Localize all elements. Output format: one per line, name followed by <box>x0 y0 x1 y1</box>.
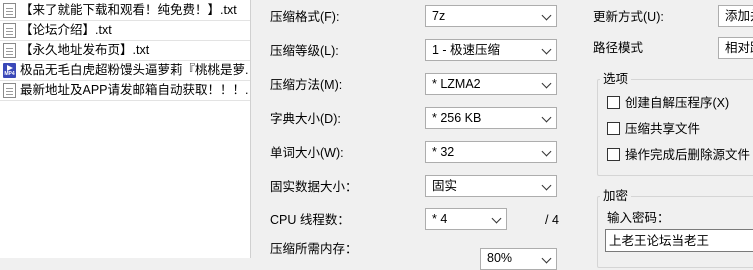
chevron-down-icon <box>541 10 552 21</box>
cpu-threads-select[interactable]: * 4 <box>425 208 507 230</box>
video-file-icon-text: MP4 <box>4 71 15 77</box>
path-mode-select[interactable]: 相对路 <box>718 37 753 59</box>
path-mode-value: 相对路 <box>725 41 753 55</box>
file-list-item[interactable]: 最新地址及APP请发邮箱自动获取！！！.... <box>0 80 250 101</box>
text-file-icon <box>3 3 16 18</box>
level-value: 1 - 极速压缩 <box>432 43 501 57</box>
text-file-icon <box>3 23 16 38</box>
cpu-threads-max: / 4 <box>545 213 559 227</box>
memory-value: 80% <box>487 251 513 265</box>
method-select[interactable]: * LZMA2 <box>425 73 557 95</box>
text-file-icon <box>3 83 16 98</box>
cpu-threads-label: CPU 线程数： <box>270 213 350 227</box>
dict-size-label: 字典大小(D): <box>270 112 341 126</box>
level-select[interactable]: 1 - 极速压缩 <box>425 39 557 61</box>
memory-label: 压缩所需内存： <box>270 242 358 256</box>
file-list-item[interactable]: 【论坛介绍】.txt <box>0 20 250 41</box>
options-group-title: 选项 <box>600 72 632 86</box>
word-size-select[interactable]: * 32 <box>425 141 557 163</box>
chevron-down-icon <box>541 146 552 157</box>
file-list-item[interactable]: 【永久地址发布页】.txt <box>0 40 250 61</box>
word-size-value: * 32 <box>432 145 455 159</box>
dict-size-value: * 256 KB <box>432 111 482 125</box>
cpu-threads-value: * 4 <box>432 212 448 226</box>
memory-select[interactable]: 80% <box>480 248 557 270</box>
chevron-down-icon <box>541 44 552 55</box>
shared-files-checkbox-label: 压缩共享文件 <box>625 122 701 136</box>
file-name: 最新地址及APP请发邮箱自动获取！！！.... <box>20 83 248 97</box>
chevron-down-icon <box>541 112 552 123</box>
word-size-label: 单词大小(W): <box>270 146 344 160</box>
video-file-icon: MP4 <box>3 63 16 78</box>
delete-after-checkbox-label: 操作完成后删除源文件 <box>625 148 751 162</box>
chevron-down-icon <box>491 213 502 224</box>
format-value: 7z <box>432 9 446 23</box>
chevron-down-icon <box>541 78 552 89</box>
solid-size-select[interactable]: 固实 <box>425 175 557 197</box>
file-list-item[interactable]: MP4 极品无毛白虎超粉馒头逼萝莉『桃桃是萝... <box>0 60 250 81</box>
sfx-checkbox[interactable] <box>607 96 620 109</box>
password-value: 上老王论坛当老王 <box>609 234 710 248</box>
method-label: 压缩方法(M): <box>270 78 343 92</box>
file-list: 【来了就能下载和观看！纯免费！】.txt 【论坛介绍】.txt 【永久地址发布页… <box>0 0 251 258</box>
chevron-down-icon <box>541 253 552 264</box>
format-select[interactable]: 7z <box>425 5 557 27</box>
update-mode-select[interactable]: 添加并 <box>718 5 753 27</box>
file-list-item[interactable]: 【来了就能下载和观看！纯免费！】.txt <box>0 0 250 21</box>
shared-files-checkbox[interactable] <box>607 122 620 135</box>
password-input[interactable]: 上老王论坛当老王 <box>605 229 753 252</box>
format-label: 压缩格式(F): <box>270 10 340 24</box>
sfx-checkbox-label: 创建自解压程序(X) <box>625 96 730 110</box>
file-name: 极品无毛白虎超粉馒头逼萝莉『桃桃是萝... <box>20 63 248 77</box>
solid-size-value: 固实 <box>432 179 458 193</box>
text-file-icon <box>3 43 16 58</box>
file-name: 【来了就能下载和观看！纯免费！】.txt <box>20 3 237 17</box>
chevron-down-icon <box>541 180 552 191</box>
solid-size-label: 固实数据大小： <box>270 180 358 194</box>
file-name: 【论坛介绍】.txt <box>20 23 112 37</box>
path-mode-label: 路径模式 <box>593 41 644 55</box>
level-label: 压缩等级(L): <box>270 44 339 58</box>
file-name: 【永久地址发布页】.txt <box>20 43 150 57</box>
update-mode-label: 更新方式(U): <box>593 10 664 24</box>
method-value: * LZMA2 <box>432 77 481 91</box>
dict-size-select[interactable]: * 256 KB <box>425 107 557 129</box>
update-mode-value: 添加并 <box>725 9 753 23</box>
delete-after-checkbox[interactable] <box>607 148 620 161</box>
encryption-group-title: 加密 <box>600 189 632 203</box>
password-label: 输入密码： <box>607 211 670 225</box>
